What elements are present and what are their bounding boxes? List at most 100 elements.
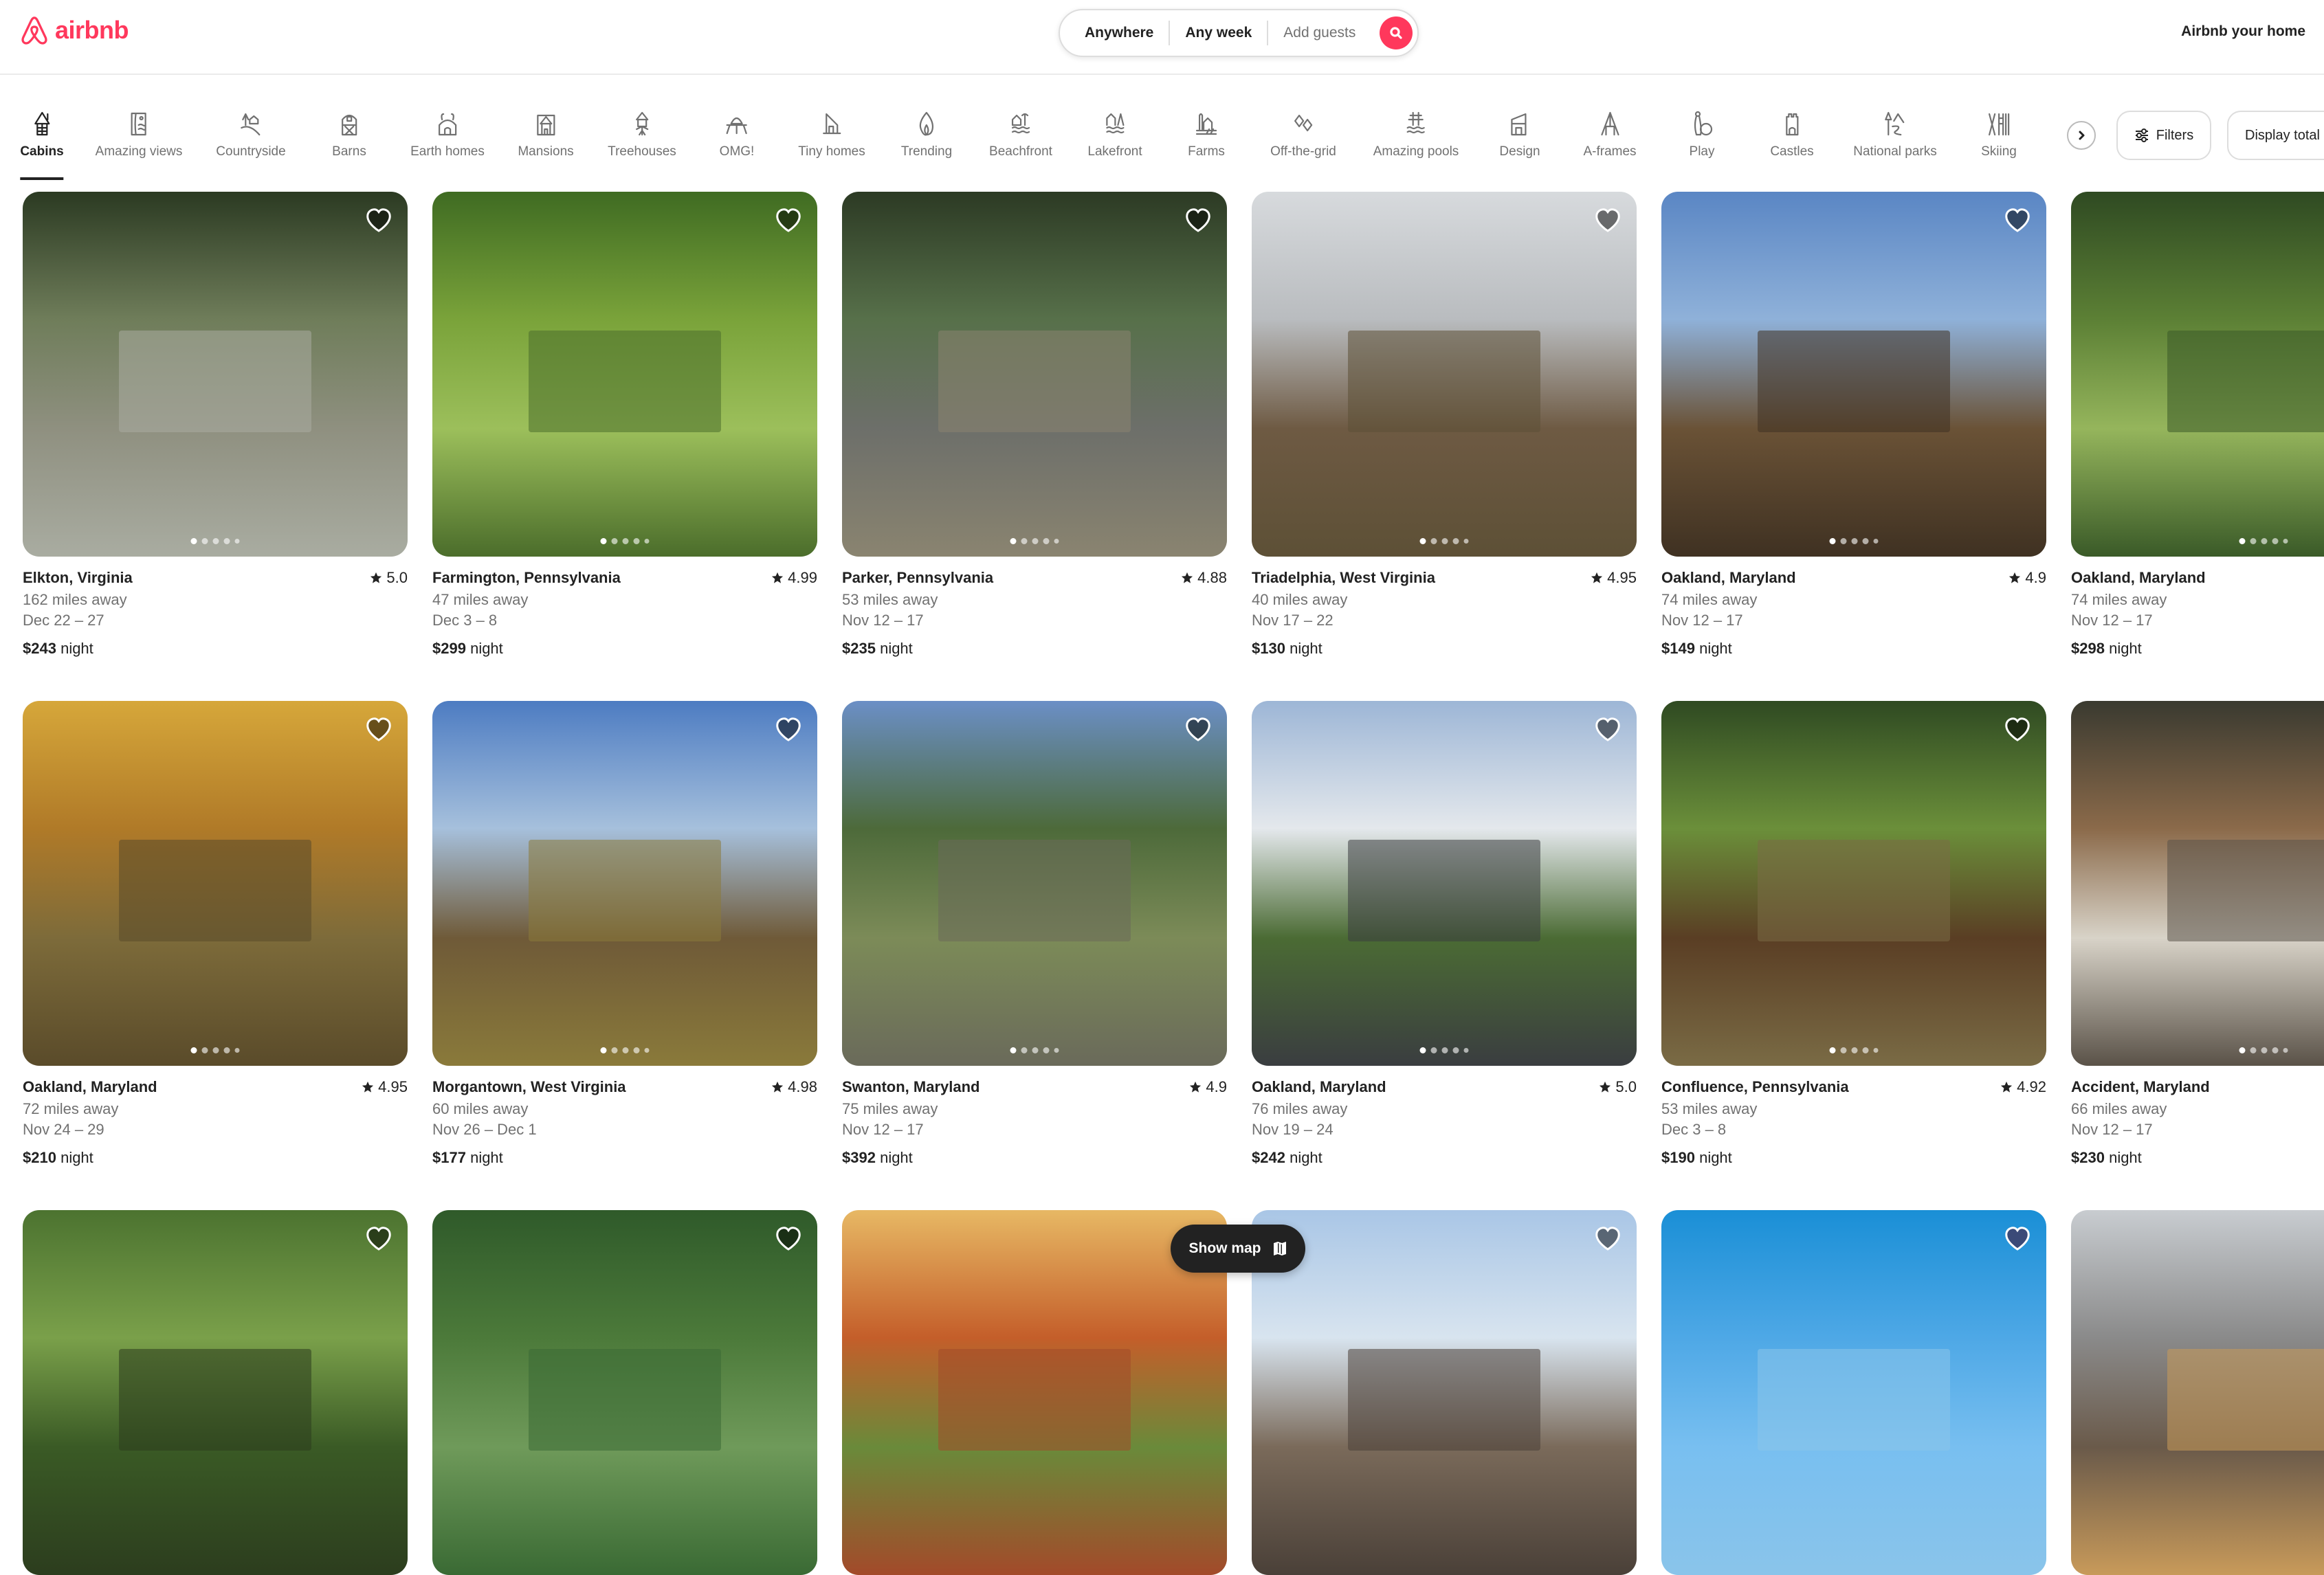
filters-button[interactable]: Filters	[2116, 111, 2211, 160]
pagination-dot[interactable]	[190, 538, 197, 544]
pagination-dot[interactable]	[600, 1047, 607, 1053]
category-tab[interactable]: Design	[1499, 103, 1540, 179]
category-tab[interactable]: Beachfront	[989, 103, 1052, 179]
pagination-dot[interactable]	[644, 539, 650, 544]
pagination-dot[interactable]	[223, 538, 230, 544]
pagination-dot[interactable]	[633, 1047, 640, 1053]
category-tab[interactable]: OMG!	[720, 103, 754, 179]
display-total-toggle[interactable]: Display total before taxes	[2227, 111, 2324, 160]
pagination-dot[interactable]	[644, 1048, 650, 1053]
listing-card[interactable]	[1252, 1210, 1637, 1575]
listing-card[interactable]: Parker, Pennsylvania 4.88 53 miles away …	[842, 192, 1227, 687]
listing-photo[interactable]	[1252, 1210, 1637, 1575]
pagination-dot[interactable]	[1840, 538, 1847, 544]
pagination-dot[interactable]	[1840, 1047, 1847, 1053]
listing-photo[interactable]	[23, 192, 408, 557]
pagination-dot[interactable]	[1043, 538, 1050, 544]
pagination-dot[interactable]	[1054, 539, 1059, 544]
pagination-dot[interactable]	[1010, 1047, 1017, 1053]
pagination-dot[interactable]	[622, 538, 629, 544]
pagination-dot[interactable]	[1010, 538, 1017, 544]
category-tab[interactable]: Lakefront	[1087, 103, 1142, 179]
category-tab[interactable]: Tiny homes	[798, 103, 865, 179]
pagination-dot[interactable]	[622, 1047, 629, 1053]
listing-card[interactable]: Swanton, Maryland 4.9 75 miles away Nov …	[842, 701, 1227, 1196]
pagination-dot[interactable]	[1851, 1047, 1858, 1053]
pagination-dot[interactable]	[1021, 538, 1028, 544]
category-tab[interactable]: Amazing pools	[1373, 103, 1459, 179]
pagination-dot[interactable]	[1452, 1047, 1459, 1053]
listing-card[interactable]	[432, 1210, 817, 1575]
category-tab[interactable]: A-frames	[1583, 103, 1637, 179]
heart-icon[interactable]	[1594, 716, 1622, 744]
category-tab[interactable]: Trending	[901, 103, 952, 179]
heart-icon[interactable]	[1594, 207, 1622, 234]
category-tab[interactable]: Barns	[332, 103, 366, 179]
pagination-dot[interactable]	[1452, 538, 1459, 544]
listing-card[interactable]: Accident, Maryland 66 miles away Nov 12 …	[2071, 701, 2324, 1196]
heart-icon[interactable]	[2004, 1225, 2031, 1253]
listing-card[interactable]	[842, 1210, 1227, 1575]
category-tab[interactable]: Earth homes	[410, 103, 485, 179]
category-tab[interactable]: National parks	[1853, 103, 1937, 179]
pagination-dot[interactable]	[2261, 538, 2268, 544]
category-tab[interactable]: Play	[1688, 103, 1716, 179]
pagination-dot[interactable]	[201, 538, 208, 544]
listing-photo[interactable]	[1661, 1210, 2046, 1575]
pagination-dot[interactable]	[1873, 539, 1879, 544]
pagination-dot[interactable]	[212, 1047, 219, 1053]
pagination-dot[interactable]	[611, 538, 618, 544]
listing-card[interactable]	[2071, 1210, 2324, 1575]
pagination-dot[interactable]	[1419, 1047, 1426, 1053]
pagination-dot[interactable]	[1829, 1047, 1836, 1053]
heart-icon[interactable]	[1184, 716, 1212, 744]
pagination-dot[interactable]	[1463, 1048, 1469, 1053]
pagination-dot[interactable]	[2261, 1047, 2268, 1053]
heart-icon[interactable]	[2004, 716, 2031, 744]
listing-photo[interactable]	[432, 1210, 817, 1575]
pagination-dot[interactable]	[633, 538, 640, 544]
pagination-dot[interactable]	[600, 538, 607, 544]
pagination-dot[interactable]	[223, 1047, 230, 1053]
listing-card[interactable]: Oakland, Maryland 5.0 76 miles away Nov …	[1252, 701, 1637, 1196]
heart-icon[interactable]	[1184, 207, 1212, 234]
pagination-dot[interactable]	[1829, 538, 1836, 544]
pagination-dot[interactable]	[1419, 538, 1426, 544]
pagination-dot[interactable]	[1873, 1048, 1879, 1053]
listing-photo[interactable]	[842, 192, 1227, 557]
listing-card[interactable]: Morgantown, West Virginia 4.98 60 miles …	[432, 701, 817, 1196]
category-tab[interactable]: Off-the-grid	[1270, 103, 1336, 179]
pagination-dot[interactable]	[2239, 538, 2246, 544]
pagination-dot[interactable]	[212, 538, 219, 544]
category-tab[interactable]: Mansions	[518, 103, 574, 179]
category-tab[interactable]: Treehouses	[608, 103, 676, 179]
pagination-dot[interactable]	[2272, 1047, 2279, 1053]
heart-icon[interactable]	[775, 1225, 802, 1253]
listing-photo[interactable]	[2071, 701, 2324, 1066]
category-tab[interactable]: Amazing views	[96, 103, 182, 179]
search-where-button[interactable]: Anywhere	[1085, 25, 1169, 41]
pagination-dot[interactable]	[201, 1047, 208, 1053]
pagination-dot[interactable]	[1430, 1047, 1437, 1053]
search-button[interactable]	[1380, 16, 1413, 49]
show-map-button[interactable]: Show map	[1171, 1225, 1305, 1273]
listing-card[interactable]: Elkton, Virginia 5.0 162 miles away Dec …	[23, 192, 408, 687]
listing-photo[interactable]	[23, 1210, 408, 1575]
heart-icon[interactable]	[775, 716, 802, 744]
category-tab[interactable]: Skiing	[1981, 103, 2017, 179]
pagination-dot[interactable]	[190, 1047, 197, 1053]
heart-icon[interactable]	[1594, 1225, 1622, 1253]
search-when-button[interactable]: Any week	[1170, 25, 1267, 41]
listing-card[interactable]: Oakland, Maryland 4.95 72 miles away Nov…	[23, 701, 408, 1196]
listing-photo[interactable]	[1252, 701, 1637, 1066]
listing-card[interactable]: Confluence, Pennsylvania 4.92 53 miles a…	[1661, 701, 2046, 1196]
listing-photo[interactable]	[23, 701, 408, 1066]
listing-card[interactable]: Oakland, Maryland 4.9 74 miles away Nov …	[1661, 192, 2046, 687]
pagination-dot[interactable]	[2283, 1048, 2288, 1053]
listing-photo[interactable]	[2071, 192, 2324, 557]
pagination-dot[interactable]	[611, 1047, 618, 1053]
listing-photo[interactable]	[432, 701, 817, 1066]
listing-card[interactable]: Farmington, Pennsylvania 4.99 47 miles a…	[432, 192, 817, 687]
airbnb-your-home-link[interactable]: Airbnb your home	[2181, 23, 2305, 40]
pagination-dot[interactable]	[2239, 1047, 2246, 1053]
